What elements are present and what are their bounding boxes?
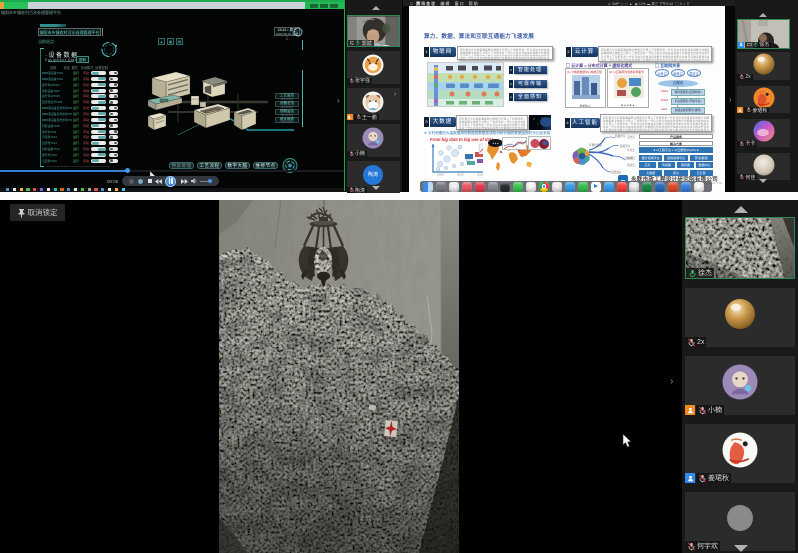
svg-text:机器学习: 机器学习 (615, 134, 626, 138)
svg-text:1980: 1980 (437, 173, 444, 177)
svg-text:自然语言: 自然语言 (611, 170, 622, 174)
svg-text:计算机视觉: 计算机视觉 (589, 143, 602, 147)
svg-text:2000: 2000 (457, 173, 464, 177)
